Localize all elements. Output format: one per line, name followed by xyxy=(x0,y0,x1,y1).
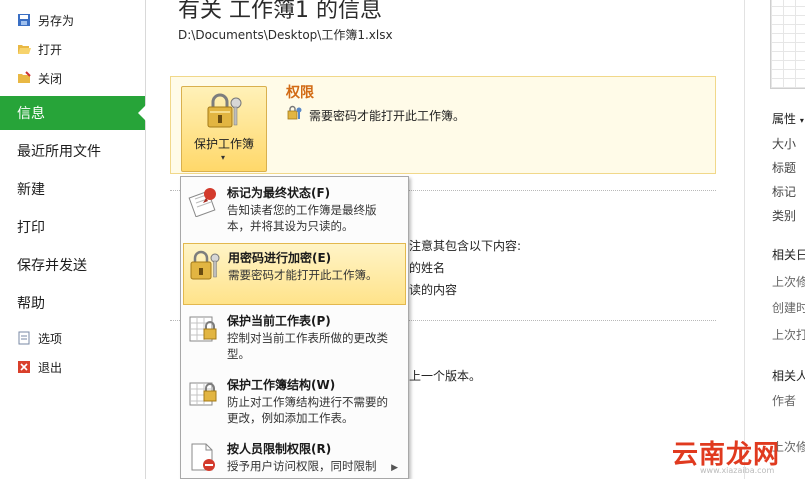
permissions-heading: 权限 xyxy=(286,85,314,101)
nav-new[interactable]: 新建 xyxy=(0,172,145,206)
small-lock-key-icon xyxy=(287,105,303,121)
property-title[interactable]: 标题 xyxy=(772,159,796,176)
nav-save-as[interactable]: 另存为 xyxy=(0,8,145,32)
lock-key-icon xyxy=(188,250,220,282)
folder-close-icon xyxy=(17,71,31,85)
protect-workbook-menu: 标记为最终状态(F) 告知读者您的工作簿是最终版本，并将其设为只读的。 用密码进… xyxy=(180,176,409,479)
page-title: 有关 工作簿1 的信息 xyxy=(178,0,382,23)
file-path: D:\Documents\Desktop\工作簿1.xlsx xyxy=(178,28,393,42)
property-size: 大小 xyxy=(772,137,797,151)
nav-exit[interactable]: 退出 xyxy=(0,355,145,379)
menu-item-encrypt-password[interactable]: 用密码进行加密(E) 需要密码才能打开此工作簿。 xyxy=(183,243,406,305)
submenu-arrow-icon: ▶ xyxy=(391,463,398,473)
property-last-printed: 上次打 xyxy=(772,328,805,342)
inspect-text: 读的内容 xyxy=(409,283,458,297)
property-category[interactable]: 类别 xyxy=(772,207,796,224)
lock-key-icon xyxy=(205,93,243,136)
nav-help[interactable]: 帮助 xyxy=(0,286,145,320)
backstage-nav: 另存为 打开 关闭 信息 最近所用文件 新建 打印 保存并发送 帮助 选项 退出 xyxy=(0,0,146,479)
menu-item-protect-sheet[interactable]: 保护当前工作表(P) 控制对当前工作表所做的更改类型。 xyxy=(183,307,406,369)
versions-text: 上一个版本。 xyxy=(409,369,482,383)
protect-workbook-button[interactable]: 保护工作簿 ▾ xyxy=(181,86,267,172)
workbook-thumbnail xyxy=(770,0,805,89)
protect-structure-icon xyxy=(187,377,219,409)
nav-recent[interactable]: 最近所用文件 xyxy=(0,134,145,168)
nav-close[interactable]: 关闭 xyxy=(0,66,145,90)
restrict-permission-icon xyxy=(187,441,219,473)
save-as-icon xyxy=(17,13,31,27)
exit-icon xyxy=(17,360,31,374)
mark-final-icon xyxy=(187,185,219,218)
property-author: 作者 xyxy=(772,394,797,408)
property-tags[interactable]: 标记 xyxy=(772,183,796,200)
protect-sheet-icon xyxy=(187,313,219,345)
protect-workbook-label: 保护工作簿 xyxy=(193,137,254,151)
chevron-down-icon: ▾ xyxy=(799,116,804,125)
related-dates-heading: 相关日 xyxy=(772,248,805,262)
inspect-text: 的姓名 xyxy=(409,261,446,275)
chevron-down-icon: ▾ xyxy=(221,153,226,162)
permissions-description: 需要密码才能打开此工作簿。 xyxy=(309,109,466,123)
properties-dropdown[interactable]: 属性 ▾ xyxy=(772,110,804,127)
menu-item-protect-structure[interactable]: 保护工作簿结构(W) 防止对工作簿结构进行不需要的更改，例如添加工作表。 xyxy=(183,371,406,433)
nav-options[interactable]: 选项 xyxy=(0,326,145,350)
menu-item-restrict-permission[interactable]: 按人员限制权限(R) 授予用户访问权限，同时限制 xyxy=(183,435,406,479)
nav-print[interactable]: 打印 xyxy=(0,210,145,244)
folder-open-icon xyxy=(17,42,31,56)
property-created: 创建时 xyxy=(772,301,805,315)
nav-info[interactable]: 信息 xyxy=(0,96,146,130)
nav-save-send[interactable]: 保存并发送 xyxy=(0,248,145,282)
watermark-url: www.xiazaiba.com xyxy=(700,466,775,475)
nav-open[interactable]: 打开 xyxy=(0,37,145,61)
related-people-heading: 相关人 xyxy=(772,369,805,383)
inspect-text: 注意其包含以下内容: xyxy=(409,239,522,253)
property-last-modified: 上次修 xyxy=(772,275,805,289)
options-icon xyxy=(17,331,31,345)
menu-item-mark-final[interactable]: 标记为最终状态(F) 告知读者您的工作簿是最终版本，并将其设为只读的。 xyxy=(183,179,406,241)
